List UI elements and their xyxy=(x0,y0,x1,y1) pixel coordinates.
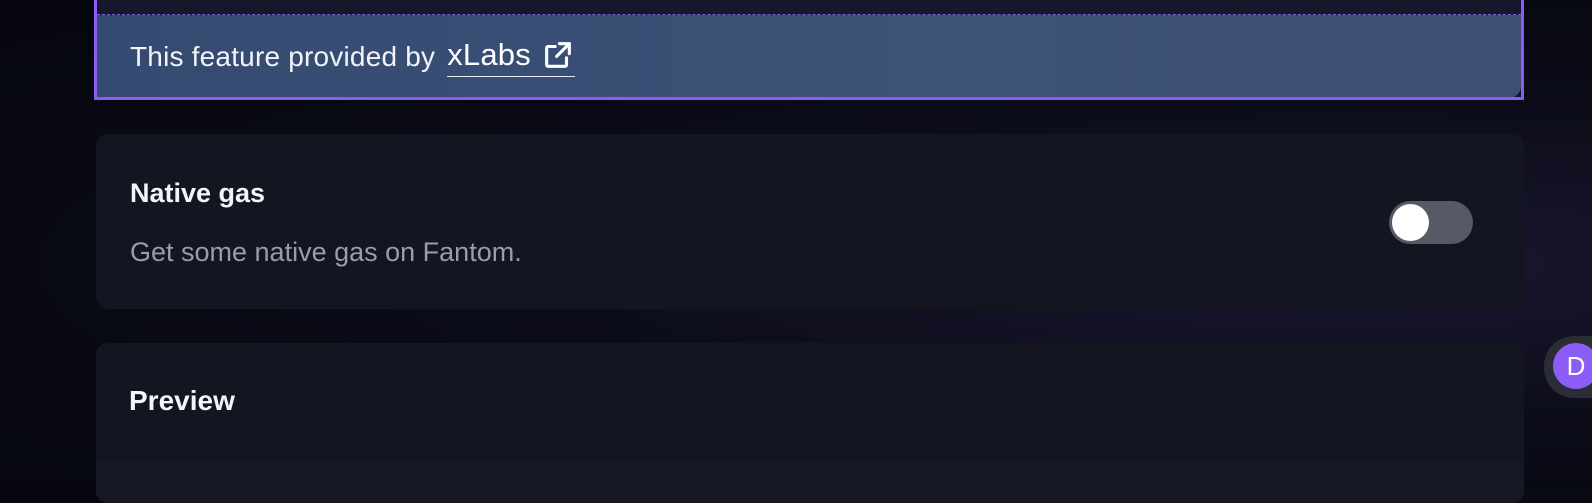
preview-card: Preview xyxy=(96,343,1524,503)
provider-section: This feature provided by xLabs xyxy=(94,0,1524,100)
xlabs-link[interactable]: xLabs xyxy=(447,37,575,77)
native-gas-toggle[interactable] xyxy=(1389,201,1473,244)
preview-title: Preview xyxy=(129,385,235,416)
xlabs-link-label: xLabs xyxy=(447,36,531,72)
external-link-icon xyxy=(541,38,575,72)
provider-banner: This feature provided by xLabs xyxy=(97,15,1521,97)
native-gas-title: Native gas xyxy=(130,178,266,208)
preview-content xyxy=(96,460,1524,503)
avatar[interactable]: D xyxy=(1553,343,1592,389)
native-gas-card: Native gas Get some native gas on Fantom… xyxy=(96,134,1524,309)
toggle-knob xyxy=(1392,204,1429,241)
provider-text: This feature provided by xyxy=(130,40,436,72)
provider-top-strip xyxy=(97,0,1521,15)
native-gas-description: Get some native gas on Fantom. xyxy=(130,237,522,267)
